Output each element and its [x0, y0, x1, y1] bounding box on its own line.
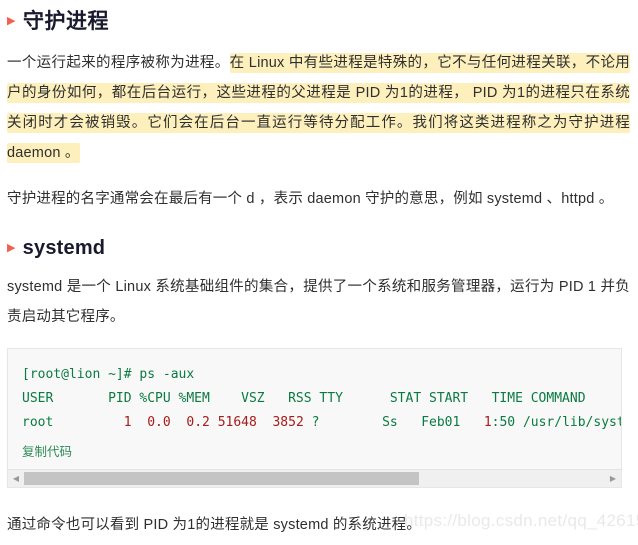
code-block: [root@lion ~]# ps -aux USER PID %CPU %MEM… — [7, 348, 622, 489]
copy-code-button[interactable]: 复制代码 — [8, 441, 621, 469]
code-horizontal-scrollbar[interactable]: ◀ ▶ — [8, 469, 621, 488]
page-title: ▶ 守护进程 — [0, 0, 638, 34]
paragraph-daemon-intro: 一个运行起来的程序被称为进程。在 Linux 中有些进程是特殊的，它不与任何进程… — [0, 48, 638, 168]
page-title-text: 守护进程 — [22, 10, 109, 33]
code-token: 51648 — [217, 415, 257, 431]
code-token: ? Ss Feb01 — [303, 415, 484, 431]
triangle-bullet-icon: ▶ — [7, 15, 16, 28]
scrollbar-thumb[interactable] — [24, 472, 420, 486]
triangle-bullet-icon: ▶ — [7, 241, 16, 254]
code-line: USER PID %CPU %MEM VSZ RSS TTY STAT STAR… — [22, 387, 621, 411]
paragraph-systemd-description: systemd 是一个 Linux 系统基础组件的集合，提供了一个系统和服务管理… — [7, 279, 630, 326]
code-token: 1 — [123, 415, 132, 431]
scroll-left-arrow-icon[interactable]: ◀ — [8, 470, 24, 487]
code-token: 3852 — [272, 415, 304, 431]
scroll-right-arrow-icon[interactable]: ▶ — [605, 470, 621, 487]
code-token: 1 — [483, 415, 492, 431]
code-token: root — [22, 415, 124, 431]
article-page: ▶ 守护进程 一个运行起来的程序被称为进程。在 Linux 中有些进程是特殊的，… — [0, 0, 638, 545]
code-token: 0.0 — [147, 415, 171, 431]
paragraph-systemd-conclusion: 通过命令也可以看到 PID 为1的进程就是 systemd 的系统进程。 — [7, 517, 422, 534]
code-token: :50 /usr/lib/systemd/systemd --switched-… — [491, 415, 621, 431]
paragraph-lead-text: 一个运行起来的程序被称为进程。 — [7, 55, 230, 72]
code-line: root 1 0.0 0.2 51648 3852 ? Ss Feb01 1:5… — [22, 411, 621, 435]
code-token: USER PID %CPU %MEM VSZ RSS TTY STAT STAR… — [22, 391, 586, 407]
code-line: [root@lion ~]# ps -aux — [22, 363, 621, 387]
code-block-content[interactable]: [root@lion ~]# ps -aux USER PID %CPU %MEM… — [8, 349, 621, 441]
paragraph-daemon-naming: 守护进程的名字通常会在最后有一个 d ，表示 daemon 守护的意思，例如 s… — [7, 191, 614, 208]
section-title-systemd: ▶ systemd — [0, 236, 638, 260]
code-token: [root@lion ~]# ps -aux — [22, 367, 195, 383]
section-title-text: systemd — [22, 237, 106, 260]
code-token: 0.2 — [186, 415, 210, 431]
scrollbar-track[interactable] — [24, 470, 605, 488]
